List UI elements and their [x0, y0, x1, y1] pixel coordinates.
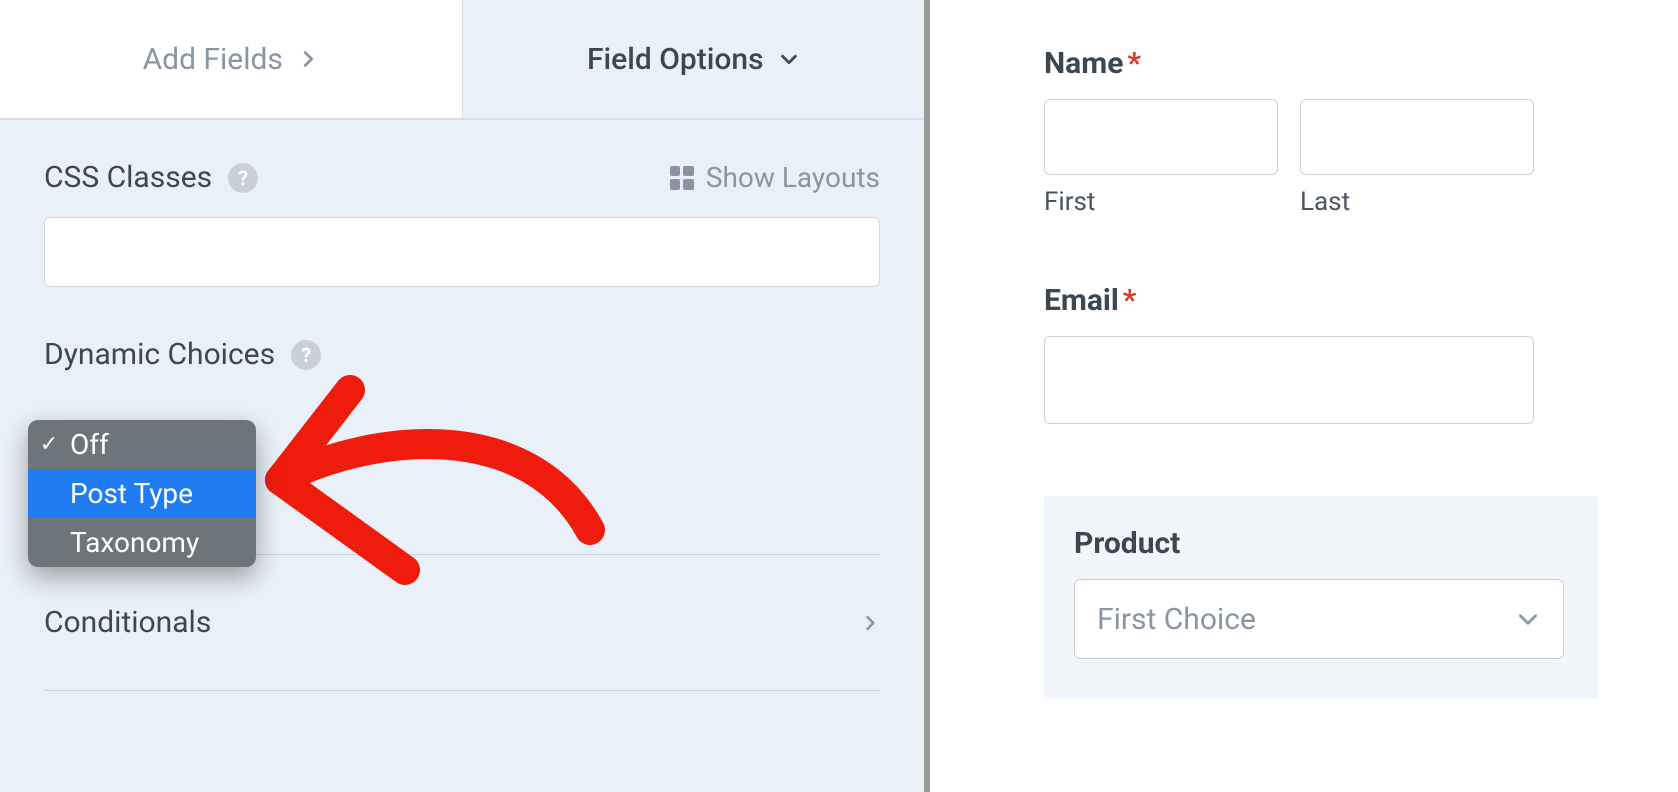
- css-classes-input[interactable]: [44, 217, 880, 287]
- first-sublabel: First: [1044, 187, 1278, 217]
- css-classes-label: CSS Classes: [44, 160, 212, 195]
- dropdown-option-label: Off: [70, 428, 109, 461]
- product-select-value: First Choice: [1097, 602, 1256, 637]
- label-text: Name: [1044, 46, 1123, 81]
- dynamic-choices-dropdown[interactable]: ✓ Off Post Type Taxonomy: [28, 420, 256, 567]
- chevron-down-icon: [778, 48, 800, 70]
- show-layouts-button[interactable]: Show Layouts: [670, 161, 880, 194]
- product-select[interactable]: First Choice: [1074, 579, 1564, 659]
- conditionals-label: Conditionals: [44, 605, 211, 640]
- dropdown-option-label: Taxonomy: [70, 526, 199, 559]
- chevron-right-icon: [297, 48, 319, 70]
- css-classes-row: CSS Classes ? Show Layouts: [44, 160, 880, 195]
- required-asterisk: *: [1123, 283, 1137, 318]
- divider: [44, 690, 880, 691]
- check-icon: ✓: [38, 432, 60, 457]
- field-label: Product: [1074, 526, 1568, 561]
- tab-add-fields[interactable]: Add Fields: [0, 0, 463, 119]
- show-layouts-label: Show Layouts: [706, 161, 880, 194]
- required-asterisk: *: [1127, 46, 1141, 81]
- dropdown-option-taxonomy[interactable]: Taxonomy: [28, 518, 256, 567]
- label-text: Email: [1044, 283, 1119, 318]
- tab-label: Add Fields: [143, 42, 283, 77]
- help-icon[interactable]: ?: [291, 340, 321, 370]
- field-options-body: CSS Classes ? Show Layouts Dynamic Choic…: [0, 120, 924, 691]
- product-field: Product First Choice: [1044, 496, 1598, 699]
- dropdown-option-off[interactable]: ✓ Off: [28, 420, 256, 469]
- builder-sidebar: Add Fields Field Options CSS Classes ? S…: [0, 0, 930, 792]
- field-label: Email*: [1044, 283, 1678, 318]
- email-input[interactable]: [1044, 336, 1534, 424]
- last-sublabel: Last: [1300, 187, 1534, 217]
- tab-field-options[interactable]: Field Options: [463, 0, 925, 119]
- dynamic-choices-label: Dynamic Choices: [44, 337, 275, 372]
- chevron-right-icon: [860, 613, 880, 633]
- dynamic-choices-row: Dynamic Choices ?: [44, 337, 880, 372]
- conditionals-row[interactable]: Conditionals: [44, 555, 880, 690]
- last-name-input[interactable]: [1300, 99, 1534, 175]
- help-icon[interactable]: ?: [228, 163, 258, 193]
- dropdown-option-label: Post Type: [70, 477, 193, 510]
- dropdown-option-post-type[interactable]: Post Type: [28, 469, 256, 518]
- chevron-down-icon: [1515, 606, 1541, 632]
- field-label: Name*: [1044, 46, 1678, 81]
- email-field: Email*: [1044, 283, 1678, 424]
- tab-label: Field Options: [587, 42, 764, 77]
- sidebar-tabs: Add Fields Field Options: [0, 0, 924, 120]
- first-name-input[interactable]: [1044, 99, 1278, 175]
- form-preview: Name* First Last Email* Product First Ch…: [936, 0, 1678, 792]
- label-text: Product: [1074, 526, 1180, 561]
- grid-icon: [670, 166, 694, 190]
- name-field: Name* First Last: [1044, 46, 1678, 217]
